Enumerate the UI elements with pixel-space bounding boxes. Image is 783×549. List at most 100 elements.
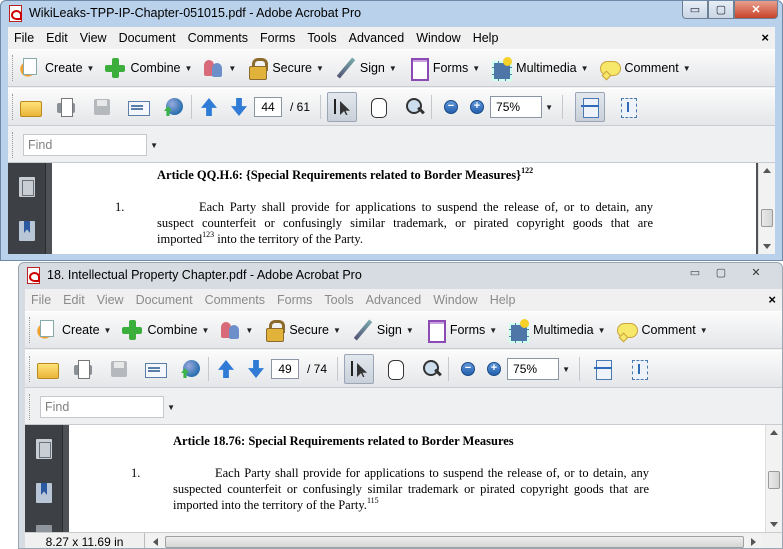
pages-panel-icon[interactable]	[36, 439, 52, 459]
menu-window[interactable]: Window	[427, 293, 483, 307]
menu-tools[interactable]: Tools	[301, 31, 342, 45]
menu-help[interactable]: Help	[484, 293, 522, 307]
menu-view[interactable]: View	[91, 293, 130, 307]
zoom-level-select[interactable]: 75% ▼	[490, 96, 553, 118]
scroll-down-arrow-icon[interactable]	[763, 244, 771, 249]
close-button[interactable]: ✕	[734, 263, 778, 281]
bookmarks-panel-icon[interactable]	[19, 221, 35, 241]
scroll-up-arrow-icon[interactable]	[763, 168, 771, 173]
marquee-zoom-icon[interactable]	[403, 96, 425, 118]
zoom-out-icon[interactable]: −	[461, 362, 476, 376]
web-upload-icon[interactable]	[180, 358, 202, 380]
menu-edit[interactable]: Edit	[40, 31, 74, 45]
menu-edit[interactable]: Edit	[57, 293, 91, 307]
menu-window[interactable]: Window	[410, 31, 466, 45]
fit-page-icon[interactable]	[628, 358, 650, 380]
fit-width-button[interactable]	[575, 92, 606, 122]
secure-button[interactable]: Secure ▼	[246, 57, 324, 80]
web-upload-icon[interactable]	[163, 96, 185, 118]
menu-tools[interactable]: Tools	[318, 293, 359, 307]
title-bar[interactable]: WikiLeaks-TPP-IP-Chapter-051015.pdf - Ad…	[1, 1, 782, 25]
menu-forms[interactable]: Forms	[271, 293, 318, 307]
zoom-level-select[interactable]: 75% ▼	[507, 358, 570, 380]
toolbar-grip[interactable]	[29, 317, 33, 343]
print-icon[interactable]	[55, 96, 77, 118]
maximize-button[interactable]: ▢	[708, 1, 734, 19]
menu-advanced[interactable]: Advanced	[343, 31, 411, 45]
scroll-left-arrow-icon[interactable]	[153, 538, 158, 546]
create-button[interactable]: Create ▼	[36, 319, 111, 341]
zoom-in-icon[interactable]: +	[470, 100, 485, 114]
toolbar-grip[interactable]	[12, 94, 16, 120]
scroll-thumb[interactable]	[761, 209, 773, 227]
hand-tool-icon[interactable]	[384, 358, 406, 380]
menu-document[interactable]: Document	[113, 31, 182, 45]
previous-page-icon[interactable]	[215, 358, 237, 380]
next-page-icon[interactable]	[228, 96, 250, 118]
toolbar-grip[interactable]	[29, 393, 33, 420]
toolbar-grip[interactable]	[12, 55, 16, 81]
menu-document[interactable]: Document	[130, 293, 199, 307]
comment-button[interactable]: Comment ▼	[616, 319, 708, 341]
minimize-button[interactable]: ▭	[682, 1, 708, 19]
comment-button[interactable]: Comment ▼	[599, 57, 691, 79]
horizontal-scroll-thumb[interactable]	[165, 536, 744, 548]
menu-help[interactable]: Help	[467, 31, 505, 45]
sign-button[interactable]: Sign ▼	[351, 319, 414, 341]
zoom-in-icon[interactable]: +	[487, 362, 502, 376]
pages-panel-icon[interactable]	[19, 177, 35, 197]
combine-button[interactable]: Combine ▼	[104, 57, 192, 79]
scroll-right-arrow-icon[interactable]	[751, 538, 756, 546]
save-icon[interactable]	[108, 358, 130, 380]
marquee-zoom-icon[interactable]	[420, 358, 442, 380]
scroll-up-arrow-icon[interactable]	[770, 430, 778, 435]
hand-tool-icon[interactable]	[367, 96, 389, 118]
menu-file[interactable]: File	[25, 293, 57, 307]
fit-page-icon[interactable]	[617, 96, 639, 118]
menu-view[interactable]: View	[74, 31, 113, 45]
document-close-icon[interactable]: ×	[768, 292, 776, 307]
print-icon[interactable]	[72, 358, 94, 380]
scroll-thumb[interactable]	[768, 471, 780, 489]
dropdown-arrow-icon[interactable]: ▼	[150, 141, 158, 150]
open-folder-icon[interactable]	[36, 358, 59, 380]
page-number-input[interactable]: 44	[254, 97, 282, 117]
horizontal-scrollbar[interactable]	[147, 535, 762, 548]
vertical-scrollbar[interactable]	[765, 425, 782, 532]
toolbar-grip[interactable]	[12, 131, 16, 158]
dropdown-arrow-icon[interactable]: ▼	[167, 403, 175, 412]
menu-comments[interactable]: Comments	[182, 31, 254, 45]
document-close-icon[interactable]: ×	[761, 30, 769, 45]
secure-button[interactable]: Secure ▼	[263, 319, 341, 342]
forms-button[interactable]: Forms ▼	[407, 57, 480, 81]
next-page-icon[interactable]	[245, 358, 267, 380]
close-button[interactable]: ✕	[734, 1, 778, 19]
find-input[interactable]: Find ▼	[40, 395, 175, 418]
menu-advanced[interactable]: Advanced	[360, 293, 428, 307]
create-button[interactable]: Create ▼	[19, 57, 94, 79]
collaborate-button[interactable]: ▼	[202, 57, 236, 79]
page-number-input[interactable]: 49	[271, 359, 299, 379]
open-folder-icon[interactable]	[19, 96, 42, 118]
bookmarks-panel-icon[interactable]	[36, 483, 52, 503]
toolbar-grip[interactable]	[29, 356, 33, 382]
email-icon[interactable]	[144, 358, 167, 380]
combine-button[interactable]: Combine ▼	[121, 319, 209, 341]
email-icon[interactable]	[127, 96, 150, 118]
menu-forms[interactable]: Forms	[254, 31, 301, 45]
previous-page-icon[interactable]	[198, 96, 220, 118]
select-tool-button[interactable]	[344, 354, 375, 384]
multimedia-button[interactable]: Multimedia ▼	[490, 57, 589, 81]
maximize-button[interactable]: ▢	[708, 263, 734, 281]
title-bar[interactable]: 18. Intellectual Property Chapter.pdf - …	[19, 263, 782, 287]
select-tool-button[interactable]	[327, 92, 358, 122]
scroll-down-arrow-icon[interactable]	[770, 522, 778, 527]
menu-file[interactable]: File	[8, 31, 40, 45]
sign-button[interactable]: Sign ▼	[334, 57, 397, 79]
forms-button[interactable]: Forms ▼	[424, 319, 497, 343]
minimize-button[interactable]: ▭	[682, 263, 708, 281]
fit-width-icon[interactable]	[592, 358, 614, 380]
vertical-scrollbar[interactable]	[758, 163, 775, 254]
collaborate-button[interactable]: ▼	[219, 319, 253, 341]
menu-comments[interactable]: Comments	[199, 293, 271, 307]
